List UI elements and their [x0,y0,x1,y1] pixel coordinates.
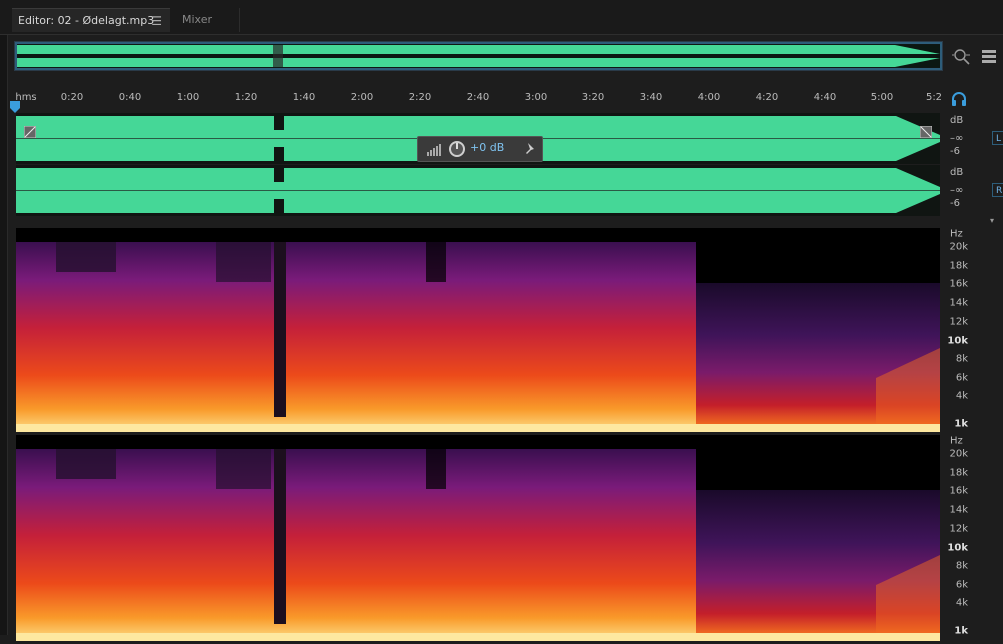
ruler-tick: 3:00 [524,92,548,103]
hz-label: 14k [949,504,968,516]
tab-mixer-label: Mixer [182,13,213,26]
time-ruler[interactable]: hms 0:20 0:40 1:00 1:20 1:40 2:00 2:20 2… [14,88,942,110]
hz-label: 20k [949,241,968,253]
ruler-tick: 0:20 [60,92,84,103]
hz-label: 8k [955,353,968,365]
hz-unit: Hz [950,228,963,240]
ruler-tick: 4:00 [697,92,721,103]
ruler-tick: 1:40 [292,92,316,103]
ruler-tick: 0:40 [118,92,142,103]
hz-label: 12k [949,316,968,328]
db-scale-right: dB –∞ -6 [944,165,984,216]
zoom-to-selection-icon[interactable] [950,45,972,67]
hz-scale-right: Hz 20k 18k 16k 14k 12k 10k 8k 6k 4k 1k [944,435,984,641]
spectral-display-right[interactable] [16,435,940,641]
hz-label: 20k [949,448,968,460]
hz-label: 6k [955,372,968,384]
hz-label: 16k [949,278,968,290]
ruler-tick: 3:40 [639,92,663,103]
hz-label: 10k [947,335,968,347]
divider [0,34,1003,35]
spectral-display-left[interactable] [16,228,940,432]
hz-label: 18k [949,467,968,479]
ruler-tick: 3:20 [581,92,605,103]
hz-unit: Hz [950,435,963,447]
db-unit: dB [950,167,964,178]
db-label: –∞ [950,185,964,196]
list-view-icon[interactable] [978,45,1000,67]
gain-knob-icon[interactable] [448,140,466,158]
hz-label: 12k [949,523,968,535]
gain-hud[interactable]: +0 dB [417,136,543,162]
hz-label: 4k [955,597,968,609]
db-label: –∞ [950,133,964,144]
db-unit: dB [950,115,964,126]
fade-out-handle-icon[interactable] [919,123,933,139]
pin-icon[interactable] [522,141,538,157]
ruler-tick: 2:40 [466,92,490,103]
hz-label: 14k [949,297,968,309]
scroll-down-icon[interactable]: ▾ [990,216,1000,225]
overview-visible-range[interactable] [15,42,942,70]
ruler-tick: 1:20 [234,92,258,103]
editor-tab-bar: Editor: 02 - Ødelagt.mp3 ☰ Mixer [0,0,1003,35]
gain-value: +0 dB [470,141,505,154]
hz-scale-left: Hz 20k 18k 16k 14k 12k 10k 8k 6k 4k 1k [944,228,984,432]
spectrogram-left-graphic [16,228,940,432]
ruler-tick: 2:20 [408,92,432,103]
channel-toggle-left[interactable]: L [992,131,1003,145]
hz-label: 4k [955,390,968,402]
db-label: -6 [950,198,960,209]
ruler-tick: 5:00 [870,92,894,103]
ruler-tick: 5:2 [925,92,943,103]
tab-mixer[interactable]: Mixer [170,8,240,32]
hz-label: 18k [949,260,968,272]
hz-label: 6k [955,579,968,591]
left-dock-edge [0,35,8,635]
fade-in-handle-icon[interactable] [23,123,37,139]
ruler-tick: 2:00 [350,92,374,103]
waveform-channel-right[interactable] [16,165,940,216]
ruler-tick: 4:40 [813,92,837,103]
db-scale-left: dB –∞ -6 [944,113,984,164]
hz-label: 1k [954,625,968,637]
hz-label: 1k [954,418,968,430]
hz-label: 10k [947,542,968,554]
volume-meter-icon [427,144,441,156]
panel-resize-handle[interactable] [505,218,527,233]
ruler-tick: 1:00 [176,92,200,103]
overview-waveform[interactable] [14,41,943,71]
tab-editor-label: Editor: 02 - Ødelagt.mp3 [18,14,155,27]
headphones-icon[interactable] [950,90,968,108]
ruler-tick: 4:20 [755,92,779,103]
playhead-marker-icon[interactable] [10,98,20,113]
tab-editor[interactable]: Editor: 02 - Ødelagt.mp3 ☰ [12,8,170,32]
hz-label: 16k [949,485,968,497]
channel-toggle-right[interactable]: R [992,183,1003,197]
db-label: -6 [950,146,960,157]
waveform-right-graphic [16,168,940,213]
hz-label: 8k [955,560,968,572]
tab-menu-icon[interactable]: ☰ [151,9,162,33]
spectrogram-right-graphic [16,435,940,641]
